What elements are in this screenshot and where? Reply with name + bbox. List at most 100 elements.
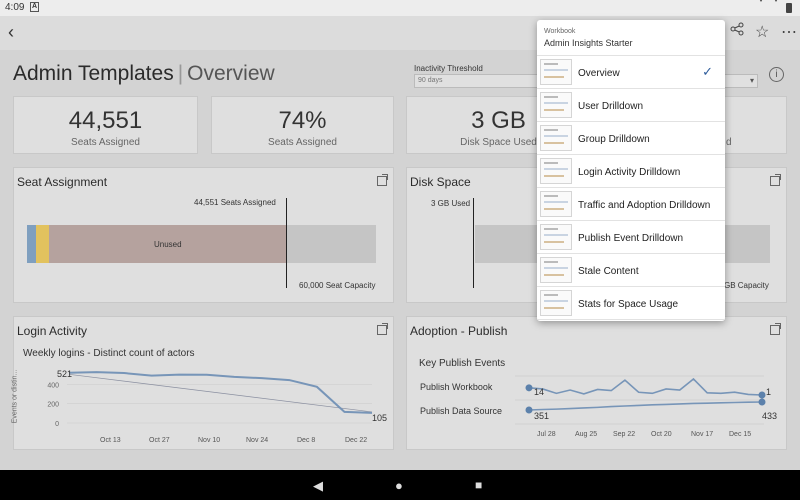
login-end-label: 105 [372, 413, 388, 423]
x-tick-label: Dec 22 [345, 437, 367, 444]
y-tick-label: 200 [47, 402, 59, 409]
workbook-start-point [525, 384, 533, 392]
seat-segment-2 [36, 225, 49, 263]
status-time: 4:09 [5, 2, 25, 13]
app-notification-icon: A [30, 2, 39, 12]
login-start-label: 521 [57, 369, 73, 379]
publish-workbook-line [528, 377, 763, 396]
signal-icon [771, 0, 781, 13]
x-tick-label: Sep 22 [613, 431, 635, 438]
seat-segment-1 [27, 225, 36, 263]
menu-item-label: Traffic and Adoption Drilldown [578, 200, 711, 211]
y-tick-label: 0 [55, 421, 59, 428]
expand-icon[interactable] [377, 174, 388, 186]
checkmark-icon: ✓ [702, 64, 713, 79]
panel-title: Seat Assignment [17, 175, 108, 189]
menu-item-label: Publish Event Drilldown [578, 233, 684, 244]
inactivity-threshold-value: 90 days [418, 77, 443, 84]
menu-item[interactable]: User Drilldown [537, 89, 725, 122]
workbook-start-label: 14 [534, 387, 545, 397]
trend-line [68, 373, 373, 413]
menu-item-label: Overview [578, 68, 620, 79]
chevron-down-icon: ▾ [749, 76, 754, 85]
expand-icon[interactable] [770, 174, 781, 186]
kpi-seats-assigned: 44,551 Seats Assigned [13, 96, 198, 154]
menu-item[interactable]: Overview ✓ [537, 56, 725, 89]
star-icon[interactable]: ☆ [755, 22, 769, 42]
x-tick-label: Nov 10 [198, 437, 220, 444]
menu-item[interactable]: Login Activity Drilldown [537, 155, 725, 188]
sheet-thumbnail [540, 257, 572, 283]
adoption-publish-panel: Adoption - Publish Key Publish Events Pu… [406, 316, 787, 450]
x-tick-label: Nov 17 [691, 431, 713, 438]
sheet-thumbnail [540, 125, 572, 151]
nav-recents-icon[interactable]: ■ [475, 478, 482, 492]
sheet-thumbnail [540, 224, 572, 250]
x-tick-label: Jul 28 [537, 431, 556, 438]
menu-item[interactable]: Group Drilldown [537, 122, 725, 155]
login-series-line [68, 371, 373, 414]
page-title: Admin Templates | Overview [13, 62, 275, 86]
disk-capacity-fragment: GB Capacity [724, 281, 769, 290]
kpi-label: Seats Assigned [268, 137, 337, 148]
x-tick-label: Oct 20 [651, 431, 672, 438]
y-tick-label: 400 [47, 382, 59, 389]
kpi-value: 44,551 [68, 107, 143, 134]
sheet-thumbnail [540, 92, 572, 118]
kpi-seats-assigned-percent: 74% Seats Assigned [211, 96, 394, 154]
nav-back-icon[interactable]: ◀ [313, 478, 323, 494]
menu-item[interactable]: Traffic and Adoption Drilldown [537, 188, 725, 221]
dashboard-subtitle: Overview [187, 62, 275, 85]
dashboard-title: Admin Templates [13, 62, 174, 85]
nav-home-icon[interactable]: ● [395, 478, 403, 493]
more-icon[interactable]: ⋯ [781, 22, 797, 42]
panel-title: Disk Space [410, 175, 471, 189]
publish-datasource-line [528, 401, 763, 411]
x-tick-label: Nov 24 [246, 437, 268, 444]
x-tick-label: Dec 15 [729, 431, 751, 438]
menu-item-label: Login Activity Drilldown [578, 167, 681, 178]
menu-item-label: User Drilldown [578, 101, 644, 112]
sheet-thumbnail [540, 158, 572, 184]
back-arrow-icon[interactable]: ‹ [8, 22, 14, 43]
datasource-start-label: 351 [534, 411, 550, 421]
menu-item-label: Group Drilldown [578, 134, 650, 145]
sheet-thumbnail [540, 290, 572, 316]
datasource-end-point [758, 398, 766, 406]
disk-used-marker-line [473, 198, 474, 288]
android-nav-bar: ◀ ● ■ [0, 470, 800, 500]
battery-icon [786, 2, 792, 13]
menu-item[interactable]: Stale Content [537, 254, 725, 287]
assigned-marker-line [286, 198, 287, 288]
disk-used-label: 3 GB Used [431, 199, 471, 208]
kpi-label: Seats Assigned [71, 137, 140, 148]
datasource-end-label: 433 [762, 411, 778, 421]
assigned-label: 44,551 Seats Assigned [194, 198, 276, 207]
workbook-name: Admin Insights Starter [544, 38, 633, 48]
capacity-label: 60,000 Seat Capacity [299, 281, 376, 290]
system-icons [756, 0, 792, 13]
login-activity-chart: 0 200 400 Oct 13 Oct 27 Nov 10 Nov 24 Dec 8 Dec … [47, 371, 373, 444]
seat-assignment-panel: Seat Assignment Unused 44,551 Seats Assi… [13, 167, 394, 303]
workbook-sheets-menu: Workbook Admin Insights Starter Overview… [537, 20, 725, 321]
menu-item[interactable]: Stats for Space Usage [537, 287, 725, 320]
status-bar: 4:09 A [0, 0, 800, 16]
menu-item-label: Stats for Space Usage [578, 299, 679, 310]
x-tick-label: Oct 13 [100, 437, 121, 444]
datasource-start-point [525, 406, 533, 414]
wifi-icon [756, 0, 766, 13]
x-tick-label: Aug 25 [575, 431, 597, 438]
title-separator: | [177, 62, 184, 85]
workbook-end-label: 1 [766, 387, 772, 397]
x-tick-label: Dec 8 [297, 437, 315, 444]
menu-item[interactable]: Publish Event Drilldown [537, 221, 725, 254]
workbook-end-point [758, 391, 766, 399]
kpi-value: 74% [278, 107, 327, 134]
menu-item-label: Stale Content [578, 266, 639, 277]
inactivity-threshold-label: Inactivity Threshold [414, 64, 483, 73]
kpi-label-fragment: d [726, 137, 732, 148]
unused-label: Unused [154, 240, 182, 249]
info-icon[interactable]: i [769, 67, 784, 82]
share-icon[interactable] [730, 22, 744, 41]
publish-events-chart: Jul 28 Aug 25 Sep 22 Oct 20 Nov 17 Dec 15 [515, 375, 766, 438]
